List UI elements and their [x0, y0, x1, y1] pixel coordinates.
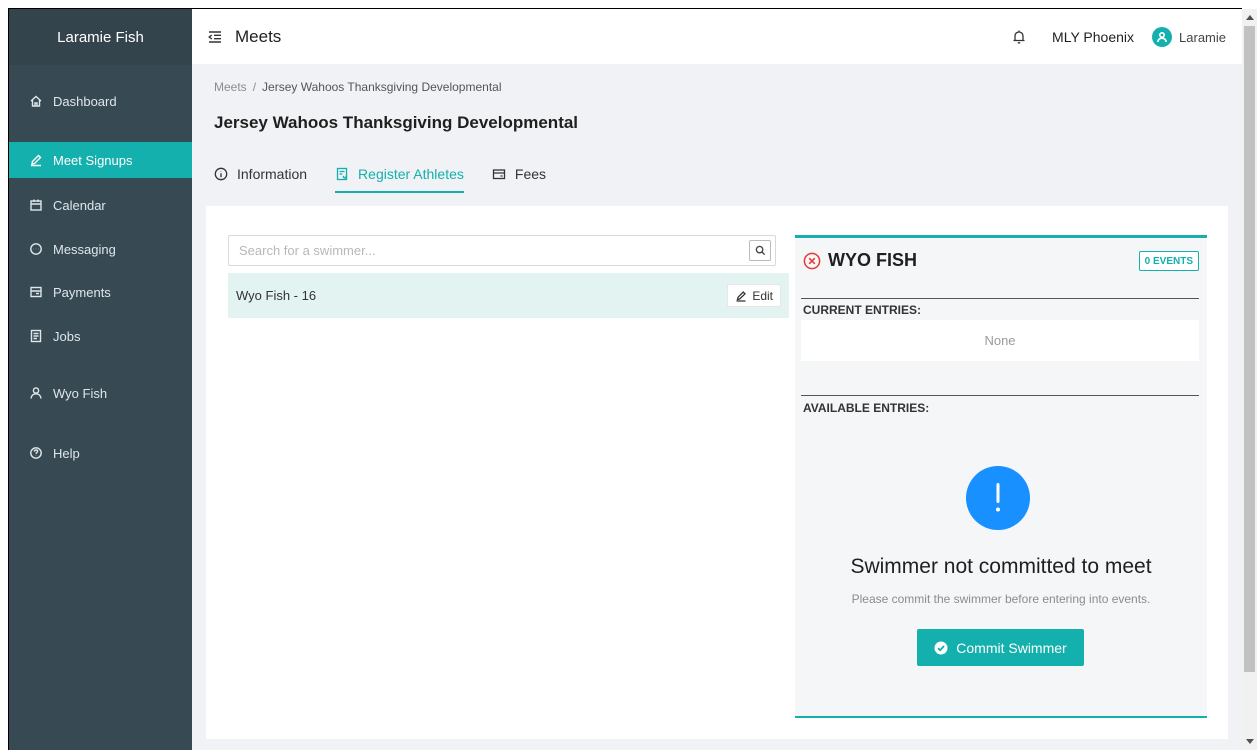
check-circle-icon	[934, 641, 948, 655]
avatar[interactable]	[1152, 27, 1173, 47]
current-entries-empty: None	[801, 320, 1199, 361]
tab-label: Register Athletes	[358, 166, 464, 182]
sidebar-item-meet-signups[interactable]: Meet Signups	[9, 142, 192, 178]
breadcrumb-separator: /	[252, 80, 257, 94]
sidebar-item-help[interactable]: Help	[9, 435, 192, 471]
sidebar-item-wyo-fish[interactable]: Wyo Fish	[9, 375, 192, 411]
tab-label: Information	[237, 166, 308, 182]
current-entries-label: CURRENT ENTRIES:	[803, 303, 922, 317]
team-name[interactable]: MLY Phoenix	[1052, 29, 1134, 45]
sidebar-item-label: Jobs	[53, 328, 81, 344]
swimmer-name: Wyo Fish - 16	[236, 288, 317, 303]
breadcrumb-current: Jersey Wahoos Thanksgiving Developmental	[262, 80, 502, 94]
register-icon	[335, 167, 349, 181]
edit-icon	[29, 153, 43, 167]
sidebar-item-label: Wyo Fish	[53, 385, 108, 401]
header-title: Meets	[235, 26, 282, 46]
panel-header: WYO FISH	[803, 250, 917, 271]
bell-icon[interactable]	[1012, 29, 1026, 45]
user-name[interactable]: Laramie	[1179, 30, 1226, 45]
sidebar-item-label: Help	[53, 445, 80, 461]
search-button[interactable]	[749, 240, 771, 261]
main-content: Meets / Jersey Wahoos Thanksgiving Develop…	[192, 65, 1242, 750]
register-card: Wyo Fish - 16 Edit WYO FISH 0 EVENTS CUR…	[206, 206, 1228, 739]
divider	[801, 298, 1199, 299]
divider	[801, 395, 1199, 396]
help-icon	[29, 446, 43, 460]
jobs-icon	[29, 329, 43, 343]
sidebar-item-dashboard[interactable]: Dashboard	[9, 83, 192, 119]
exclamation-icon	[966, 466, 1030, 530]
page-title: Jersey Wahoos Thanksgiving Developmental	[214, 113, 579, 132]
edit-label: Edit	[752, 288, 773, 303]
sidebar-item-label: Messaging	[53, 241, 116, 257]
sidebar: Laramie Fish Dashboard Meet Signups Cale…	[9, 9, 192, 750]
panel-swimmer-name: WYO FISH	[828, 250, 917, 270]
available-entries-label: AVAILABLE ENTRIES:	[803, 401, 930, 415]
sidebar-item-calendar[interactable]: Calendar	[9, 187, 192, 223]
events-count-badge: 0 EVENTS	[1138, 251, 1199, 271]
message-icon	[29, 242, 43, 256]
page-scrollbar[interactable]	[1242, 9, 1257, 750]
commit-label: Commit Swimmer	[956, 639, 1067, 656]
swimmer-list-item[interactable]: Wyo Fish - 16 Edit	[228, 273, 789, 318]
search-icon	[755, 245, 765, 256]
swimmer-entries-panel: WYO FISH 0 EVENTS CURRENT ENTRIES: None …	[795, 235, 1207, 718]
not-committed-subtitle: Please commit the swimmer before enterin…	[851, 592, 1151, 606]
fees-icon	[492, 167, 506, 181]
sidebar-item-payments[interactable]: Payments	[9, 274, 192, 310]
sidebar-item-label: Dashboard	[53, 93, 117, 109]
top-bar: Meets MLY Phoenix Laramie	[192, 9, 1242, 65]
app-logo[interactable]: Laramie Fish	[9, 9, 192, 65]
calendar-icon	[29, 198, 43, 212]
breadcrumb-meets-link[interactable]: Meets	[214, 80, 247, 94]
tab-information[interactable]: Information	[214, 161, 307, 187]
commit-swimmer-button[interactable]: Commit Swimmer	[917, 629, 1084, 666]
sidebar-item-label: Calendar	[53, 197, 106, 213]
tab-fees[interactable]: Fees	[492, 161, 546, 187]
tab-register-athletes[interactable]: Register Athletes	[335, 161, 464, 193]
edit-swimmer-button[interactable]: Edit	[727, 284, 781, 307]
sidebar-item-label: Meet Signups	[53, 152, 133, 168]
sidebar-item-jobs[interactable]: Jobs	[9, 318, 192, 354]
sidebar-item-label: Payments	[53, 284, 111, 300]
breadcrumb: Meets / Jersey Wahoos Thanksgiving Develop…	[214, 80, 502, 94]
scroll-up-arrow[interactable]	[1246, 15, 1254, 20]
tab-bar: Information Register Athletes Fees	[214, 161, 574, 193]
home-icon	[29, 94, 43, 108]
header-right: MLY Phoenix Laramie	[1012, 9, 1226, 65]
swimmer-search	[228, 235, 776, 266]
search-input[interactable]	[229, 236, 739, 265]
edit-icon	[736, 290, 747, 302]
user-icon	[29, 386, 43, 400]
scroll-thumb[interactable]	[1244, 26, 1255, 672]
menu-fold-icon[interactable]	[207, 29, 223, 45]
tab-label: Fees	[514, 166, 547, 182]
scroll-down-arrow[interactable]	[1246, 739, 1254, 744]
not-committed-title: Swimmer not committed to meet	[850, 555, 1152, 578]
payment-icon	[29, 285, 43, 299]
info-icon	[214, 167, 228, 181]
sidebar-item-messaging[interactable]: Messaging	[9, 231, 192, 267]
close-circle-icon	[803, 252, 821, 270]
